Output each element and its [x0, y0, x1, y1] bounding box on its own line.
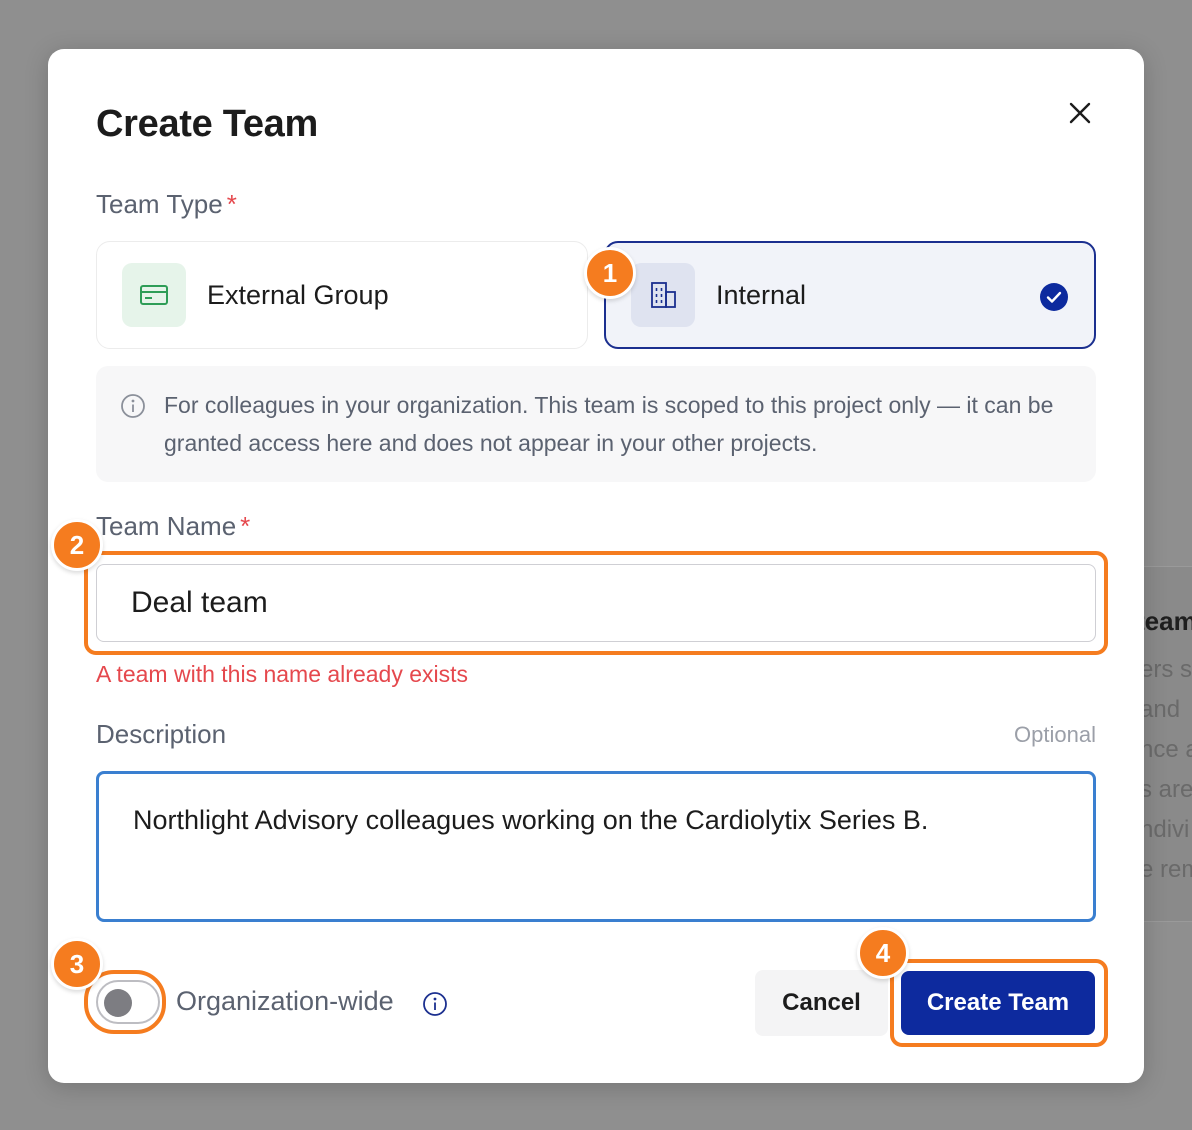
team-name-label-text: Team Name — [96, 511, 237, 541]
info-icon — [121, 394, 145, 418]
internal-icon-tile — [631, 263, 695, 327]
background-text-line: and — [1140, 696, 1181, 723]
team-type-info-text: For colleagues in your organization. Thi… — [164, 392, 1054, 456]
organization-wide-info-icon[interactable] — [422, 991, 448, 1017]
background-text-line: nce a — [1140, 736, 1192, 763]
close-button[interactable] — [1064, 97, 1096, 129]
annotation-marker-1: 1 — [584, 247, 636, 299]
required-asterisk: * — [226, 189, 237, 219]
create-team-dialog: Create Team Team Type * External Group I… — [48, 49, 1144, 1083]
team-name-input[interactable]: Deal team — [96, 564, 1096, 642]
team-name-label: Team Name * — [96, 511, 250, 542]
external-group-label: External Group — [207, 279, 389, 310]
team-name-error: A team with this name already exists — [96, 661, 468, 687]
building-icon — [651, 282, 676, 308]
optional-hint: Optional — [1014, 722, 1096, 747]
required-asterisk: * — [240, 511, 251, 541]
close-icon — [1069, 102, 1091, 124]
description-label: Description — [96, 719, 227, 749]
cancel-button[interactable]: Cancel — [755, 970, 888, 1036]
background-text-line: e rem — [1140, 856, 1192, 883]
dialog-title: Create Team — [96, 103, 318, 145]
team-type-label-text: Team Type — [96, 189, 223, 219]
team-type-label: Team Type * — [96, 189, 237, 220]
toggle-knob — [104, 989, 132, 1017]
selected-check-icon — [1040, 283, 1068, 311]
annotation-marker-2: 2 — [51, 519, 103, 571]
team-type-option-external-group[interactable]: External Group — [96, 241, 588, 349]
background-text-line: ers s — [1140, 656, 1192, 683]
background-text-line: ndivi — [1140, 816, 1190, 843]
team-type-option-internal[interactable]: Internal — [604, 241, 1096, 349]
background-title: team — [1136, 606, 1192, 636]
create-team-button[interactable]: Create Team — [901, 971, 1095, 1035]
credit-card-icon — [140, 285, 168, 305]
annotation-marker-4: 4 — [857, 927, 909, 979]
internal-label: Internal — [716, 279, 807, 310]
organization-wide-label: Organization-wide — [176, 986, 394, 1016]
external-group-icon-tile — [122, 263, 186, 327]
description-textarea[interactable]: Northlight Advisory colleagues working o… — [96, 771, 1096, 922]
background-text-line: s are — [1140, 776, 1192, 803]
organization-wide-toggle[interactable] — [96, 980, 160, 1024]
team-type-info-box: For colleagues in your organization. Thi… — [96, 366, 1096, 482]
annotation-marker-3: 3 — [51, 938, 103, 990]
